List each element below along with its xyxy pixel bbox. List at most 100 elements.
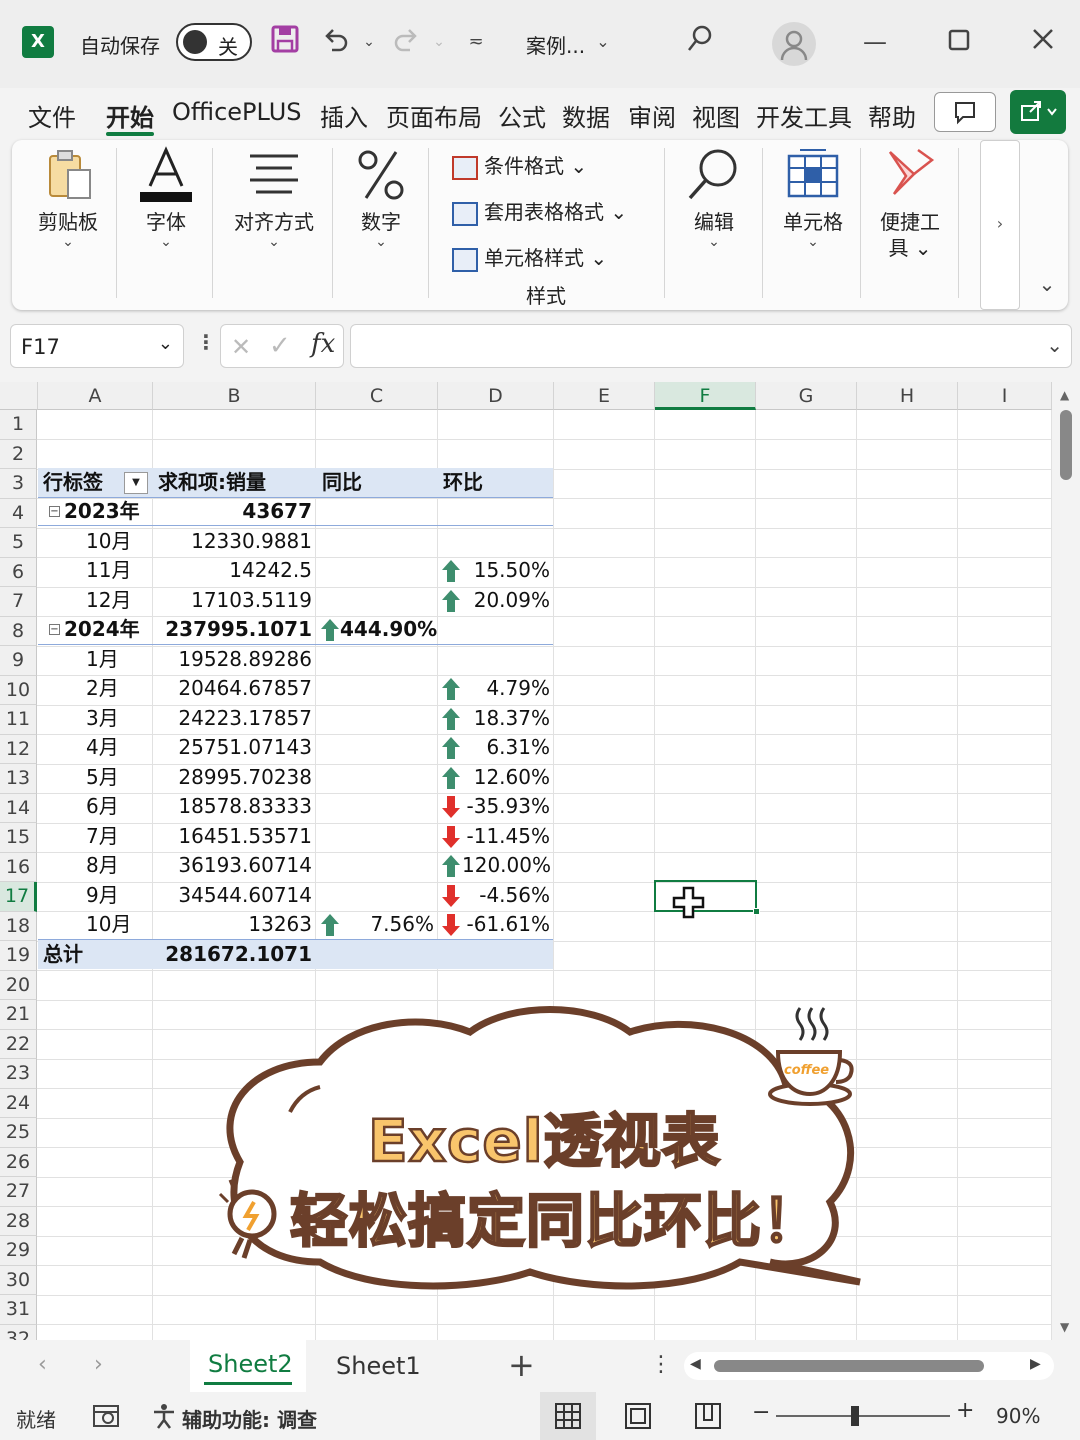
row-header-26[interactable]: 26	[0, 1147, 37, 1177]
cells-group[interactable]: 单元格 ⌄	[766, 140, 860, 300]
search-icon[interactable]	[684, 24, 716, 63]
alignment-group[interactable]: 对齐方式 ⌄	[216, 140, 332, 300]
row-header-19[interactable]: 19	[0, 941, 37, 971]
vertical-scroll-thumb[interactable]	[1060, 410, 1072, 480]
row-header-10[interactable]: 10	[0, 675, 37, 705]
row-header-6[interactable]: 6	[0, 557, 37, 587]
conditional-format-button[interactable]: 条件格式 ⌄	[452, 150, 587, 180]
format-as-table-button[interactable]: 套用表格格式 ⌄	[452, 196, 627, 226]
zoom-out-icon[interactable]: −	[752, 1400, 770, 1425]
accessibility-status[interactable]: 辅助功能: 调查	[182, 1404, 317, 1433]
prev-sheet-icon[interactable]: ‹	[38, 1352, 47, 1377]
editing-group[interactable]: 编辑 ⌄	[668, 140, 760, 300]
name-box[interactable]: F17 ⌄	[10, 324, 184, 368]
column-header-g[interactable]: G	[756, 382, 857, 410]
cancel-icon[interactable]: ✕	[231, 333, 251, 361]
row-header-29[interactable]: 29	[0, 1236, 37, 1266]
row-header-30[interactable]: 30	[0, 1265, 37, 1295]
vertical-scrollbar[interactable]: ▲ ▼	[1052, 382, 1080, 1340]
sheet-tab-sheet2[interactable]: Sheet2	[208, 1350, 293, 1378]
sheet-tab-sheet1[interactable]: Sheet1	[336, 1352, 421, 1380]
column-header-c[interactable]: C	[316, 382, 438, 410]
row-header-1[interactable]: 1	[0, 410, 37, 440]
row-header-4[interactable]: 4	[0, 498, 37, 528]
tab-officeplus[interactable]: OfficePLUS	[172, 98, 302, 126]
redo-dropdown-icon[interactable]: ⌄	[430, 24, 448, 60]
zoom-slider-thumb[interactable]	[851, 1406, 859, 1426]
fill-handle[interactable]	[753, 908, 760, 915]
row-header-22[interactable]: 22	[0, 1029, 37, 1059]
ribbon-scroll-right-icon[interactable]: ›	[980, 140, 1020, 310]
row-header-5[interactable]: 5	[0, 528, 37, 558]
column-header-i[interactable]: I	[958, 382, 1052, 410]
row-header-20[interactable]: 20	[0, 970, 37, 1000]
file-name[interactable]: 案例...	[526, 30, 585, 59]
comments-button[interactable]	[934, 92, 996, 132]
add-sheet-icon[interactable]: +	[508, 1346, 535, 1384]
share-button[interactable]	[1010, 90, 1066, 134]
tab-help[interactable]: 帮助	[868, 98, 916, 133]
expand-formula-icon[interactable]: ⌄	[1046, 333, 1063, 357]
row-header-13[interactable]: 13	[0, 764, 37, 794]
tab-home[interactable]: 开始	[106, 98, 154, 133]
row-header-7[interactable]: 7	[0, 587, 37, 617]
row-header-12[interactable]: 12	[0, 734, 37, 764]
row-header-16[interactable]: 16	[0, 852, 37, 882]
tab-view[interactable]: 视图	[692, 98, 740, 133]
column-header-h[interactable]: H	[857, 382, 958, 410]
tab-page-layout[interactable]: 页面布局	[386, 98, 482, 133]
row-header-8[interactable]: 8	[0, 616, 37, 646]
redo-icon[interactable]	[390, 24, 424, 63]
tab-file[interactable]: 文件	[28, 98, 76, 133]
normal-view-icon[interactable]	[554, 1402, 582, 1430]
row-header-9[interactable]: 9	[0, 646, 37, 676]
row-header-31[interactable]: 31	[0, 1295, 37, 1325]
minimize-icon[interactable]: —	[862, 24, 888, 60]
filename-dropdown-icon[interactable]: ⌄	[594, 24, 612, 60]
horizontal-scrollbar[interactable]: ◀ ▶	[684, 1352, 1054, 1380]
close-icon[interactable]	[1030, 24, 1056, 60]
undo-dropdown-icon[interactable]: ⌄	[360, 24, 378, 60]
row-header-32[interactable]: 32	[0, 1324, 37, 1340]
next-sheet-icon[interactable]: ›	[94, 1352, 103, 1377]
row-header-17[interactable]: 17	[0, 882, 37, 912]
font-group[interactable]: 字体 ⌄	[120, 140, 212, 300]
row-header-27[interactable]: 27	[0, 1177, 37, 1207]
sheet-options-icon[interactable]: ⋮	[650, 1352, 672, 1377]
undo-icon[interactable]	[318, 24, 352, 63]
save-icon[interactable]	[268, 24, 302, 63]
horizontal-scroll-thumb[interactable]	[714, 1360, 984, 1372]
tab-formulas[interactable]: 公式	[498, 98, 546, 133]
scroll-down-icon[interactable]: ▼	[1060, 1320, 1069, 1334]
row-header-23[interactable]: 23	[0, 1059, 37, 1089]
page-break-view-icon[interactable]	[694, 1402, 722, 1430]
collapse-toggle-icon[interactable]: −	[49, 624, 60, 635]
tab-developer[interactable]: 开发工具	[756, 98, 852, 133]
autosave-toggle[interactable]: 关	[176, 23, 252, 61]
row-header-14[interactable]: 14	[0, 793, 37, 823]
accessibility-icon[interactable]	[150, 1402, 178, 1430]
column-header-a[interactable]: A	[38, 382, 153, 410]
tab-review[interactable]: 审阅	[628, 98, 676, 133]
row-header-2[interactable]: 2	[0, 439, 37, 469]
formula-bar-more-icon[interactable]: ⋮	[196, 330, 216, 354]
macro-record-icon[interactable]	[92, 1402, 122, 1430]
row-header-25[interactable]: 25	[0, 1118, 37, 1148]
enter-icon[interactable]: ✓	[269, 331, 291, 361]
scroll-right-icon[interactable]: ▶	[1030, 1356, 1041, 1372]
insert-function-icon[interactable]: fx	[311, 329, 335, 359]
number-group[interactable]: 数字 ⌄	[336, 140, 426, 300]
zoom-slider-track[interactable]	[776, 1415, 950, 1417]
column-header-e[interactable]: E	[554, 382, 655, 410]
customize-toolbar-icon[interactable]: ≂	[466, 24, 486, 60]
formula-input[interactable]: ⌄	[350, 324, 1072, 368]
scroll-left-icon[interactable]: ◀	[690, 1356, 701, 1372]
row-header-24[interactable]: 24	[0, 1088, 37, 1118]
maximize-icon[interactable]	[946, 24, 972, 60]
row-header-28[interactable]: 28	[0, 1206, 37, 1236]
zoom-level[interactable]: 90%	[996, 1404, 1040, 1428]
column-header-d[interactable]: D	[438, 382, 554, 410]
quick-tools-group[interactable]: 便捷工 具 ⌄	[864, 140, 956, 300]
cell-styles-button[interactable]: 单元格样式 ⌄	[452, 242, 607, 272]
spreadsheet-grid[interactable]: ABCDEFGHI 1 2 3 4 5 6 7 8 9 10 11 12 13 14 15 16 17 18 19 2…	[0, 382, 1052, 1340]
